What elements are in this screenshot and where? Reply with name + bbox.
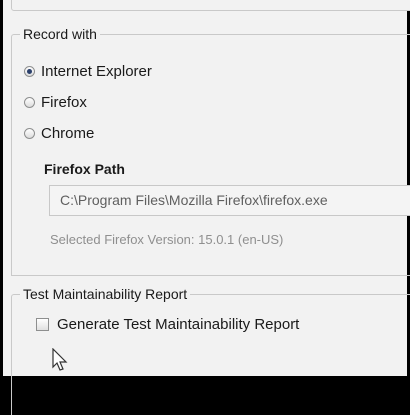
radio-button-icon[interactable] [24,66,35,77]
firefox-version-text: Selected Firefox Version: 15.0.1 (en-US) [50,232,284,247]
radio-chrome[interactable]: Chrome [24,125,94,142]
mouse-pointer-icon [52,348,68,371]
generate-report-checkbox-row[interactable]: Generate Test Maintainability Report [36,316,299,333]
firefox-path-label: Firefox Path [44,161,125,177]
radio-button-icon[interactable] [24,128,35,139]
top-group-box [11,0,410,11]
checkbox-label: Generate Test Maintainability Report [57,316,300,333]
radio-internet-explorer[interactable]: Internet Explorer [24,63,152,80]
settings-panel: Record with Internet Explorer Firefox Ch… [3,0,410,415]
radio-label: Internet Explorer [41,63,152,80]
report-title: Test Maintainability Report [20,286,191,302]
radio-button-icon[interactable] [24,97,35,108]
checkbox-icon[interactable] [36,318,49,331]
radio-firefox[interactable]: Firefox [24,94,87,111]
report-group: Test Maintainability Report [11,286,410,415]
record-with-title: Record with [20,26,100,42]
radio-label: Firefox [41,94,87,111]
radio-label: Chrome [41,125,95,142]
firefox-path-input[interactable]: C:\Program Files\Mozilla Firefox\firefox… [49,185,410,216]
